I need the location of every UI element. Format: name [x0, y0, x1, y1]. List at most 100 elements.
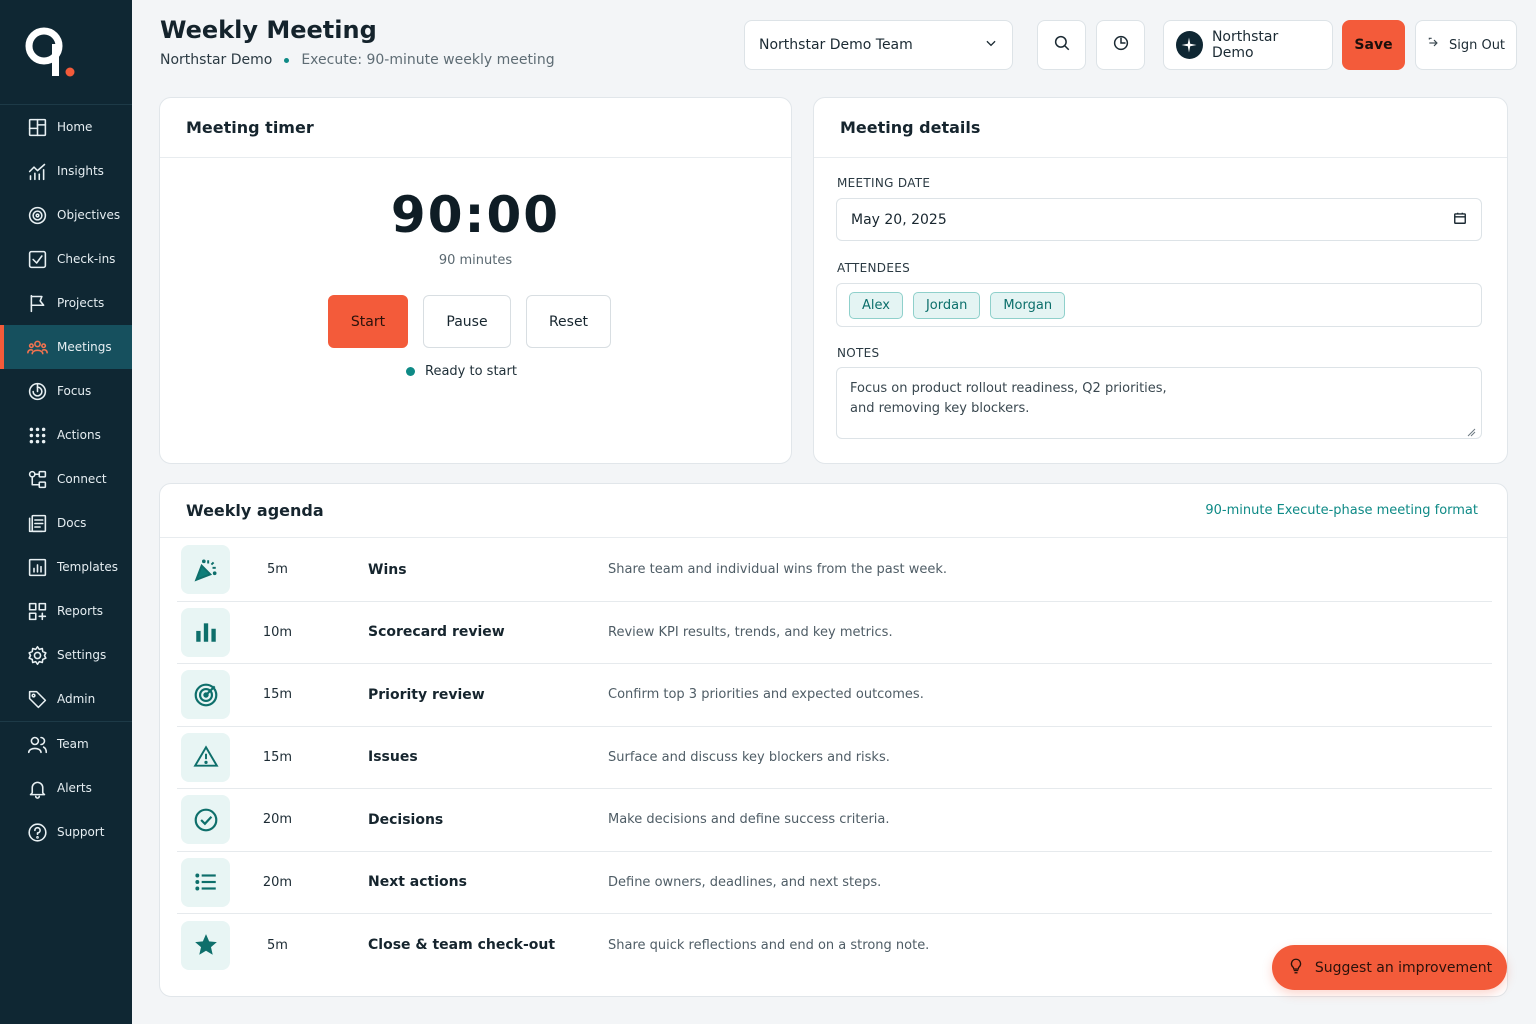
warning-icon [181, 732, 230, 782]
meeting-date-input[interactable]: May 20, 2025 [836, 198, 1482, 241]
meeting-timer-card: Meeting timer 90:00 90 minutes Start Pau… [159, 97, 792, 464]
sidebar-item-label: Actions [57, 428, 101, 442]
agenda-row[interactable]: 10m Scorecard review Review KPI results,… [177, 602, 1492, 664]
sidebar-item-actions[interactable]: Actions [0, 413, 132, 457]
resize-handle-icon[interactable] [1466, 424, 1476, 437]
sign-out-label: Sign Out [1448, 37, 1506, 53]
team-icon [26, 733, 48, 755]
attendees-field[interactable]: Alex Jordan Morgan [836, 283, 1482, 327]
docs-icon [26, 512, 48, 534]
sidebar-item-settings[interactable]: Settings [0, 633, 132, 677]
sign-out-button[interactable]: Sign Out [1415, 20, 1517, 70]
timer-status: Ready to start [406, 364, 517, 379]
sidebar-item-label: Team [57, 737, 89, 751]
agenda-duration: 20m [262, 812, 293, 828]
sidebar-item-label: Focus [57, 384, 92, 398]
meeting-format-link[interactable]: 90-minute Execute-phase meeting format [1205, 503, 1478, 518]
pause-button[interactable]: Pause [423, 295, 511, 348]
sidebar-item-label: Support [57, 825, 105, 839]
check-circle-icon [181, 795, 230, 845]
start-button[interactable]: Start [328, 295, 408, 348]
sidebar-item-focus[interactable]: Focus [0, 369, 132, 413]
team-select[interactable]: Northstar Demo Team [744, 20, 1013, 70]
details-card-title: Meeting details [814, 98, 1507, 158]
team-select-value: Northstar Demo Team [759, 37, 913, 53]
agenda-item-name: Next actions [368, 874, 467, 891]
agenda-title: Weekly agenda [186, 501, 324, 520]
bar-chart-icon [181, 607, 230, 657]
search-icon [1053, 34, 1071, 56]
sidebar-item-admin[interactable]: Admin [0, 677, 132, 721]
reports-icon [26, 600, 48, 622]
help-icon [26, 821, 48, 843]
agenda-row[interactable]: 5m Wins Share team and individual wins f… [177, 539, 1492, 602]
attendee-chip[interactable]: Jordan [912, 291, 981, 319]
agenda-row[interactable]: 15m Issues Surface and discuss key block… [177, 727, 1492, 789]
sidebar-item-label: Projects [57, 296, 105, 310]
meeting-date-value: May 20, 2025 [851, 211, 947, 228]
templates-icon [26, 556, 48, 578]
agenda-row[interactable]: 20m Next actions Define owners, deadline… [177, 852, 1492, 914]
sidebar-item-team[interactable]: Team [0, 722, 132, 766]
agenda-item-name: Decisions [368, 811, 444, 828]
sidebar: Home Insights Objectives Check-ins Proje… [0, 0, 132, 1024]
org-name: Northstar Demo [160, 52, 273, 68]
agenda-item-description: Make decisions and define success criter… [608, 812, 890, 828]
sidebar-item-label: Alerts [57, 781, 92, 795]
sidebar-item-support[interactable]: Support [0, 810, 132, 854]
notes-textarea[interactable]: Focus on product rollout readiness, Q2 p… [836, 367, 1482, 439]
calendar-icon[interactable] [1453, 211, 1467, 229]
sidebar-item-objectives[interactable]: Objectives [0, 193, 132, 237]
attendee-chip[interactable]: Morgan [990, 291, 1066, 319]
agenda-item-description: Surface and discuss key blockers and ris… [608, 749, 890, 765]
meeting-phase: Execute: 90-minute weekly meeting [301, 52, 555, 68]
timer-status-text: Ready to start [425, 364, 517, 379]
sidebar-item-docs[interactable]: Docs [0, 501, 132, 545]
agenda-duration: 15m [262, 687, 293, 703]
pie-chart-icon [1112, 34, 1130, 56]
reset-button[interactable]: Reset [526, 295, 611, 348]
sidebar-nav: Home Insights Objectives Check-ins Proje… [0, 104, 132, 854]
meeting-details-card: Meeting details MEETING DATE May 20, 202… [813, 97, 1508, 464]
sidebar-item-alerts[interactable]: Alerts [0, 766, 132, 810]
target-icon [181, 670, 230, 720]
agenda-list: 5m Wins Share team and individual wins f… [177, 539, 1492, 977]
agenda-row[interactable]: 20m Decisions Make decisions and define … [177, 789, 1492, 852]
activity-button[interactable] [1096, 20, 1145, 70]
sidebar-item-home[interactable]: Home [0, 105, 132, 149]
compass-icon [1176, 31, 1203, 59]
attendee-chip[interactable]: Alex [849, 291, 903, 319]
agenda-duration: 20m [262, 874, 293, 890]
attendees-label: ATTENDEES [837, 261, 911, 275]
agenda-item-description: Share quick reflections and end on a str… [608, 937, 930, 953]
agenda-item-description: Share team and individual wins from the … [608, 562, 948, 578]
org-switcher[interactable]: Northstar Demo [1163, 20, 1333, 70]
sidebar-item-reports[interactable]: Reports [0, 589, 132, 633]
sidebar-item-insights[interactable]: Insights [0, 149, 132, 193]
target-icon [26, 204, 48, 226]
sidebar-item-meetings[interactable]: Meetings [0, 325, 132, 369]
focus-icon [26, 380, 48, 402]
sidebar-item-label: Reports [57, 604, 104, 618]
agenda-item-name: Wins [368, 561, 407, 578]
sidebar-item-templates[interactable]: Templates [0, 545, 132, 589]
breadcrumb: Northstar Demo Execute: 90-minute weekly… [160, 52, 555, 68]
sidebar-item-connect[interactable]: Connect [0, 457, 132, 501]
sidebar-item-label: Admin [57, 692, 96, 706]
save-button[interactable]: Save [1342, 20, 1405, 70]
sidebar-item-check-ins[interactable]: Check-ins [0, 237, 132, 281]
party-icon [181, 545, 230, 595]
sidebar-item-projects[interactable]: Projects [0, 281, 132, 325]
sidebar-item-label: Objectives [57, 208, 121, 222]
agenda-duration: 5m [267, 562, 288, 578]
app-logo[interactable] [24, 26, 80, 82]
suggest-improvement-button[interactable]: Suggest an improvement [1272, 945, 1507, 990]
sidebar-item-label: Check-ins [57, 252, 116, 266]
agenda-header: Weekly agenda 90-minute Execute-phase me… [160, 484, 1507, 538]
people-icon [26, 336, 48, 358]
agenda-item-name: Scorecard review [368, 624, 505, 641]
search-button[interactable] [1037, 20, 1086, 70]
org-switcher-label: Northstar Demo [1211, 29, 1279, 61]
agenda-row[interactable]: 15m Priority review Confirm top 3 priori… [177, 664, 1492, 727]
connect-icon [26, 468, 48, 490]
